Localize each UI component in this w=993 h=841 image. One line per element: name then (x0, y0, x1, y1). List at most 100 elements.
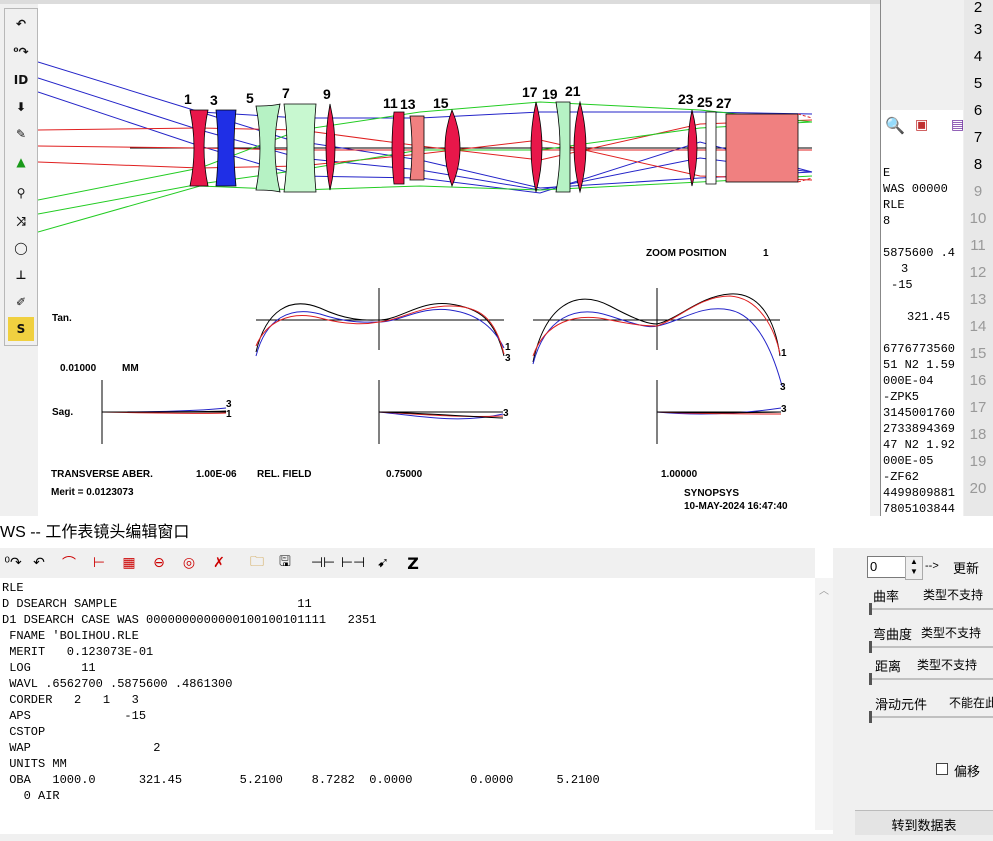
sag-plot-1: 3 1 (101, 380, 232, 444)
number-button[interactable]: 6 (964, 98, 992, 124)
delete-icon[interactable]: ✗ (208, 552, 230, 574)
z-button[interactable]: Z (402, 552, 424, 574)
number-button[interactable]: 10 (964, 206, 992, 232)
right-output-pane[interactable]: 🔍 🔍 ▣ ▤ E WAS 00000 RLE 8 5875600 .4 3 -… (880, 0, 963, 516)
misc-icon[interactable]: ▤ (951, 116, 963, 138)
curvature-status: 类型不支持 (923, 588, 984, 602)
curve-label-3: 3 (780, 382, 786, 393)
spin-arrows-icon[interactable]: ▲ ▼ (905, 556, 923, 580)
bend-status: 类型不支持 (921, 626, 982, 640)
undo-icon[interactable]: ↶ (8, 12, 34, 36)
grid-icon[interactable]: ▦ (118, 552, 140, 574)
pane-line: 47 N2 1.92 (883, 438, 956, 452)
pen-icon[interactable]: ✎ (8, 122, 34, 146)
save-icon[interactable]: 🖫 (274, 552, 296, 574)
lens-add-icon[interactable]: ⚲ (8, 181, 34, 205)
editor-line: 0 AIR (2, 789, 60, 803)
datetime: 10-MAY-2024 16:47:40 (684, 501, 788, 512)
number-button[interactable]: 9 (964, 179, 992, 205)
pane-line: 2733894369 (883, 422, 956, 436)
target-icon[interactable]: ◎ (178, 552, 200, 574)
goto-datasheet-button[interactable]: 转到数据表 (855, 810, 993, 835)
merit-text: Merit = 0.0123073 (51, 487, 134, 498)
number-button[interactable]: 13 (964, 287, 992, 313)
editor-scrollbar[interactable]: ︿ (815, 578, 833, 830)
curvature-slider[interactable] (869, 603, 993, 615)
pane-line: RLE (883, 198, 905, 212)
download-icon[interactable]: ⬇ (8, 95, 34, 119)
scale-unit: MM (122, 363, 139, 374)
number-button[interactable]: 16 (964, 368, 992, 394)
lens-curve-icon[interactable]: ⌒ (58, 552, 80, 574)
lens-diagram: 1 3 5 7 9 11 13 15 17 19 21 23 25 27 ZOO… (37, 61, 813, 512)
editor-line: CORDER 2 1 3 (2, 693, 139, 707)
lens-19 (555, 101, 571, 193)
surface-label: 3 (210, 92, 218, 108)
sag-plot-2: 3 (378, 380, 509, 444)
scroll-up-icon[interactable]: ︿ (819, 582, 829, 597)
curve-label-1: 1 (226, 409, 232, 420)
number-button[interactable]: 17 (964, 395, 992, 421)
lens-text-editor[interactable]: RLE D DSEARCH SAMPLE 11 D1 DSEARCH CASE … (0, 578, 815, 830)
pointer-icon[interactable]: ➹ (372, 552, 394, 574)
distance-label: 距离 (875, 659, 902, 674)
transverse-label: TRANSVERSE ABER. (51, 469, 153, 480)
lens-flip-icon[interactable]: ⤨ (8, 209, 34, 233)
number-button[interactable]: 20 (964, 476, 992, 502)
number-button[interactable]: 5 (964, 71, 992, 97)
redo-icon[interactable]: ⁰↷ (8, 40, 34, 64)
offset-checkbox[interactable] (936, 763, 948, 775)
print-icon[interactable]: ▣ (915, 116, 937, 138)
number-button[interactable]: 3 (964, 17, 992, 43)
number-button[interactable]: 18 (964, 422, 992, 448)
arrow-label: --> (925, 560, 939, 572)
span-icon[interactable]: ⊢⊣ (341, 552, 365, 574)
number-button[interactable]: 19 (964, 449, 992, 475)
triangle-icon[interactable]: ▲ (8, 150, 34, 174)
pane-line: 8 (883, 214, 891, 228)
pane-line: -ZPK5 (883, 390, 920, 404)
s-icon[interactable]: S (8, 317, 34, 341)
window-title: WS -- 工作表镜头编辑窗口 (0, 516, 993, 548)
slide-slider[interactable] (869, 711, 993, 723)
number-button[interactable]: 12 (964, 260, 992, 286)
search-icon[interactable]: 🔍 (885, 116, 907, 138)
update-button[interactable]: 更新 (953, 558, 979, 577)
undo-icon[interactable]: ↶ (28, 552, 50, 574)
ellipse-icon[interactable]: ⊖ (148, 552, 170, 574)
number-button[interactable]: 8 (964, 152, 992, 178)
left-toolbar: ↶ ⁰↷ ID ⬇ ✎ ▲ ⚲ ⤨ ◯ ⊥ ✐ S (4, 8, 38, 346)
pane-line: WAS 00000 (883, 182, 948, 196)
bend-slider[interactable] (869, 641, 993, 653)
pencil-icon[interactable]: ✐ (8, 290, 34, 314)
surface-label: 23 (678, 91, 694, 107)
editor-line: WAVL .6562700 .5875600 .4861300 (2, 677, 233, 691)
distance-status: 类型不支持 (917, 658, 978, 672)
number-button[interactable]: 4 (964, 44, 992, 70)
lens-drawing-canvas: 1 3 5 7 9 11 13 15 17 19 21 23 25 27 ZOO… (37, 4, 870, 516)
number-button[interactable]: 15 (964, 341, 992, 367)
lens-thick-icon[interactable]: ⊢ (88, 552, 110, 574)
scale-value: 0.01000 (60, 363, 97, 374)
number-button[interactable]: 14 (964, 314, 992, 340)
pane-line: 51 N2 1.59 (883, 358, 956, 372)
distance-slider[interactable] (869, 673, 993, 685)
surface-label: 13 (400, 96, 416, 112)
number-button[interactable]: 11 (964, 233, 992, 259)
editor-line: RLE (2, 581, 24, 595)
circle-icon[interactable]: ◯ (8, 236, 34, 260)
offset-label: 偏移 (954, 764, 981, 779)
bend-label: 弯曲度 (873, 627, 913, 642)
number-button[interactable]: 7 (964, 125, 992, 151)
pane-line: E (883, 166, 891, 180)
surface-label: 1 (184, 91, 192, 107)
side-control-panel: 0 ▲ ▼ --> 更新 曲率 类型不支持 弯曲度 类型不支持 距离 类型不支持 … (833, 548, 993, 835)
open-folder-icon[interactable]: 🗀 (246, 552, 268, 574)
surface-spinbox[interactable]: 0 (867, 556, 907, 578)
field-value-1: 0.75000 (386, 469, 423, 480)
insert-surface-icon[interactable]: ⊣⊢ (311, 552, 335, 574)
split-icon[interactable]: ⊥ (8, 263, 34, 287)
id-button[interactable]: ID (8, 68, 34, 92)
surface-label: 27 (716, 95, 732, 111)
redo-icon[interactable]: ⁰↷ (2, 552, 24, 574)
